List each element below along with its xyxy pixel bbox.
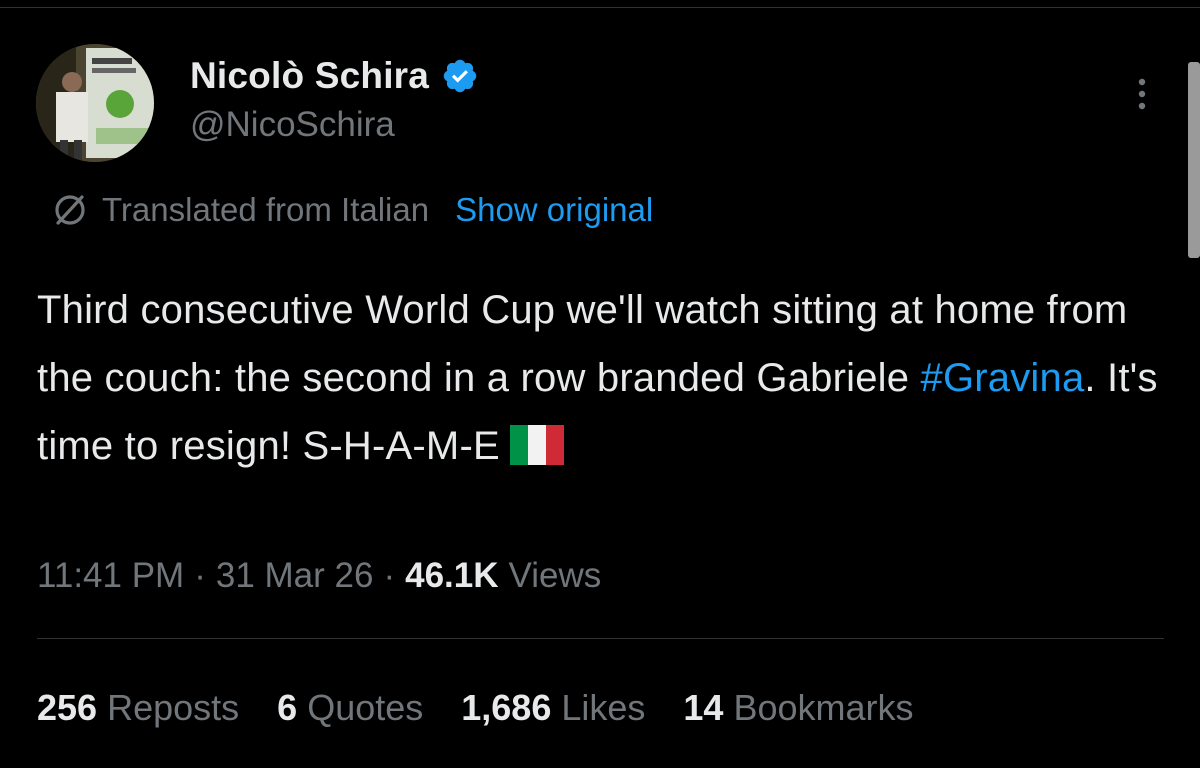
likes-count: 1,686 — [461, 687, 552, 728]
avatar[interactable] — [36, 44, 154, 162]
quotes-count: 6 — [277, 687, 298, 728]
quotes-label: Quotes — [307, 687, 424, 728]
avatar-photo — [36, 44, 154, 162]
reposts-count: 256 — [37, 687, 98, 728]
author-name[interactable]: Nicolò Schira — [190, 55, 429, 97]
meta-separator: · — [383, 556, 396, 595]
bookmarks-stat[interactable]: 14 Bookmarks — [683, 687, 913, 729]
translated-label: Translated from Italian — [102, 191, 430, 228]
show-original-link[interactable]: Show original — [455, 191, 653, 229]
more-dots-icon — [1138, 78, 1146, 110]
author-handle[interactable]: @NicoSchira — [190, 105, 395, 145]
bookmarks-label: Bookmarks — [733, 687, 914, 728]
translation-row: Translated from Italian Show original — [50, 190, 653, 230]
tweet-meta: 11:41 PM · 31 Mar 26 · 46.1K Views — [37, 556, 601, 596]
stats-divider — [37, 638, 1164, 639]
engagement-stats: 256 Reposts 6 Quotes 1,686 Likes 14 Book… — [37, 687, 952, 729]
reposts-label: Reposts — [107, 687, 240, 728]
views-label: Views — [508, 556, 602, 595]
top-divider — [0, 0, 1200, 8]
likes-label: Likes — [561, 687, 646, 728]
views-count: 46.1K — [405, 556, 499, 595]
reposts-stat[interactable]: 256 Reposts — [37, 687, 239, 729]
tweet-date[interactable]: 31 Mar 26 — [216, 556, 374, 596]
tweet-time[interactable]: 11:41 PM — [37, 556, 184, 596]
quotes-stat[interactable]: 6 Quotes — [277, 687, 423, 729]
likes-stat[interactable]: 1,686 Likes — [461, 687, 645, 729]
more-options-button[interactable] — [1122, 74, 1162, 114]
hashtag-link[interactable]: #Gravina — [921, 356, 1085, 400]
translate-icon — [55, 195, 85, 225]
scrollbar[interactable] — [1188, 62, 1200, 258]
verified-badge-icon[interactable] — [441, 57, 479, 95]
italy-flag-icon — [509, 425, 564, 465]
tweet-text: Third consecutive World Cup we'll watch … — [37, 276, 1167, 480]
bookmarks-count: 14 — [683, 687, 724, 728]
meta-separator: · — [194, 556, 206, 595]
author-name-row: Nicolò Schira — [190, 55, 479, 97]
